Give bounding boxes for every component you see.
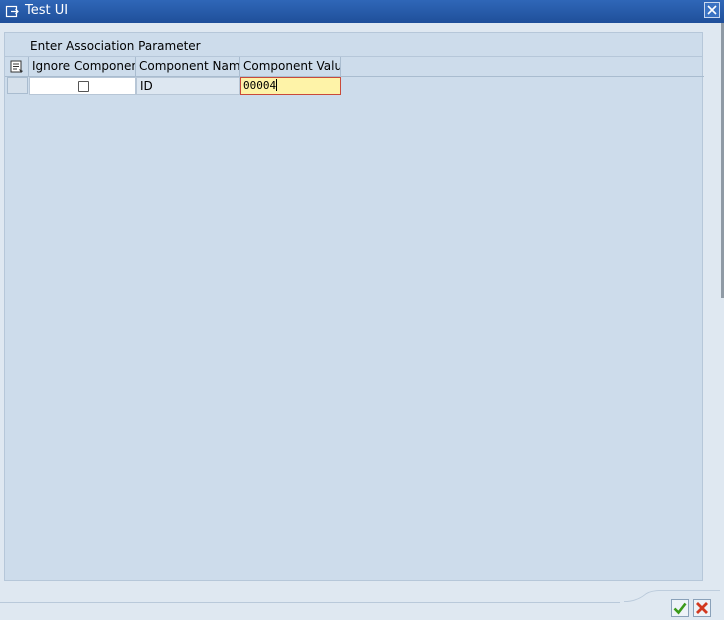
column-header-ignore-component[interactable]: Ignore Component (29, 57, 136, 76)
checkmark-icon (673, 602, 687, 615)
confirm-button[interactable] (671, 599, 689, 617)
column-header-component-value[interactable]: Component Value (240, 57, 341, 76)
close-button[interactable] (704, 2, 720, 18)
component-name-cell: ID (136, 77, 240, 95)
column-header-component-name[interactable]: Component Name (136, 57, 240, 76)
component-value-text: 00004 (243, 79, 277, 92)
table-settings-icon (10, 60, 23, 73)
row-selector[interactable] (7, 77, 28, 94)
close-icon (707, 5, 717, 15)
cancel-button[interactable] (693, 599, 711, 617)
ignore-component-cell (29, 77, 136, 95)
table-settings-button[interactable] (7, 57, 29, 76)
ignore-component-checkbox[interactable] (78, 81, 89, 92)
panel-title: Enter Association Parameter (30, 39, 201, 53)
dialog-footer (0, 590, 724, 620)
component-value-input[interactable]: 00004 (240, 77, 341, 95)
footer-divider (0, 602, 620, 603)
window-title: Test UI (25, 3, 69, 18)
cancel-x-icon (696, 602, 708, 614)
window-icon (5, 4, 20, 19)
title-bar: Test UI (0, 0, 724, 23)
association-parameter-panel: Enter Association Parameter Ignore Compo… (4, 32, 704, 581)
text-cursor (276, 79, 278, 91)
